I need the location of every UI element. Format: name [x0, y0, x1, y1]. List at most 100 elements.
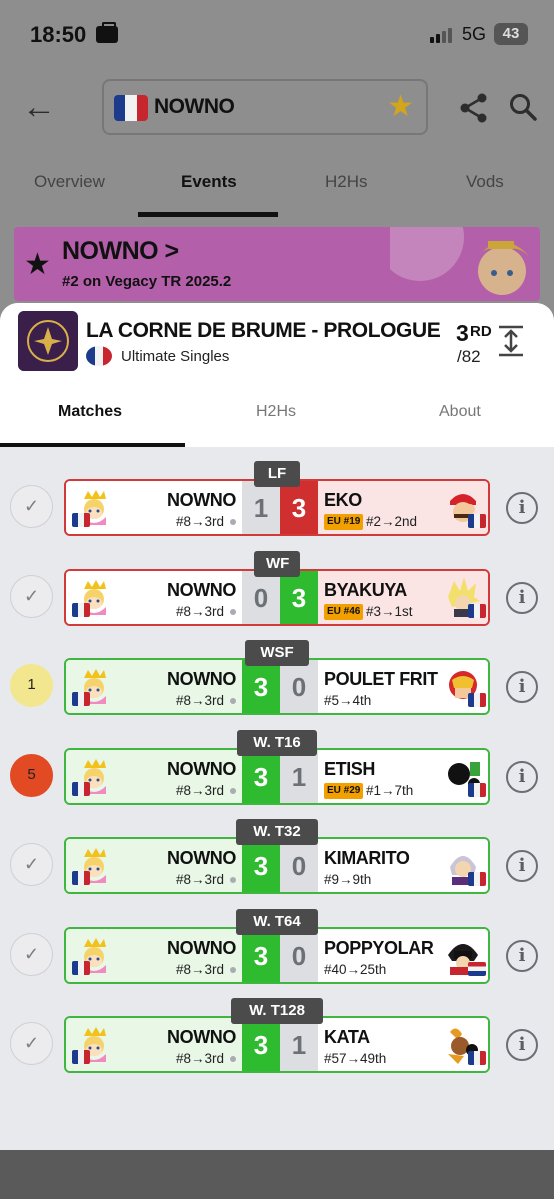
info-icon[interactable]: i	[506, 850, 538, 882]
round-label: W. T32	[236, 819, 318, 845]
player-seed: #8→3rd	[175, 514, 224, 529]
match-card[interactable]: NOWNO #8→3rd 3 0 POULET FRIT #5→4th	[64, 658, 490, 715]
match-card[interactable]: NOWNO #8→3rd 1 3 EKO EU #19 #2→2nd	[64, 479, 490, 536]
player-name: NOWNO	[154, 95, 235, 118]
opponent-seed: #3→1st	[366, 604, 413, 619]
match-row[interactable]: 5 NOWNO #8→3rd 3 1 ETISH EU #29 #1→7th W. T16 i	[0, 730, 554, 805]
info-icon[interactable]: i	[506, 492, 538, 524]
opponent-score: 0	[280, 660, 318, 713]
event-sheet: LA CORNE DE BRUME - PROLOGUE Ultimate Si…	[0, 303, 554, 1150]
opponent-name: EKO	[324, 490, 362, 510]
tab-overview[interactable]: Overview	[34, 172, 105, 192]
seed-marker[interactable]: 1	[10, 664, 53, 707]
opponent-score: 3	[280, 481, 318, 534]
active-subtab-indicator	[0, 443, 185, 447]
player-score: 0	[242, 571, 280, 624]
round-label: W. T16	[237, 730, 317, 756]
france-flag-icon	[468, 604, 486, 618]
france-flag-icon	[468, 1051, 486, 1065]
round-label: WSF	[245, 640, 309, 666]
event-logo	[18, 311, 78, 371]
info-icon[interactable]: i	[506, 1029, 538, 1061]
info-icon[interactable]: i	[506, 582, 538, 614]
tab-about[interactable]: About	[439, 403, 481, 421]
france-flag-icon	[114, 95, 148, 121]
banner-player-name: NOWNO >	[62, 237, 179, 265]
match-card[interactable]: NOWNO #8→3rd 3 0 KIMARITO #9→9th	[64, 837, 490, 894]
netherlands-flag-icon	[468, 962, 486, 976]
opponent-name: POULET FRIT	[324, 669, 438, 689]
match-row[interactable]: ✓ NOWNO #8→3rd 0 3 BYAKUYA EU #46 #3→1st WF i	[0, 551, 554, 626]
opponent-side: POULET FRIT #5→4th	[318, 660, 488, 713]
top-bar: ← NOWNO ★	[0, 70, 554, 150]
info-icon[interactable]: i	[506, 671, 538, 703]
player-score: 3	[242, 750, 280, 803]
player-side: NOWNO #8→3rd	[66, 660, 242, 713]
top-tabs: Overview Events H2Hs Vods	[0, 150, 554, 218]
player-side: NOWNO #8→3rd	[66, 571, 242, 624]
check-icon[interactable]: ✓	[10, 933, 53, 976]
seed-marker[interactable]: 5	[10, 754, 53, 797]
player-side: NOWNO #8→3rd	[66, 929, 242, 982]
france-flag-icon	[468, 514, 486, 528]
opponent-score: 1	[280, 1018, 318, 1071]
ranking-badge: EU #19	[324, 514, 364, 530]
match-row[interactable]: ✓ NOWNO #8→3rd 3 0 POPPYOLAR #40→25th W. T64 i	[0, 909, 554, 984]
opponent-name: ETISH	[324, 759, 376, 779]
active-tab-indicator	[138, 212, 278, 217]
signal-icon	[430, 28, 452, 43]
opponent-side: KATA #57→49th	[318, 1018, 488, 1071]
opponent-side: KIMARITO #9→9th	[318, 839, 488, 892]
player-name: NOWNO	[167, 759, 236, 779]
search-icon[interactable]	[508, 92, 538, 122]
opponent-name: KATA	[324, 1027, 370, 1047]
placement-number: 3	[456, 320, 469, 346]
favorite-star-icon[interactable]: ★	[387, 89, 414, 124]
france-flag-icon	[72, 782, 90, 796]
clock: 18:50	[30, 22, 87, 47]
opponent-seed: #40→25th	[324, 962, 387, 977]
opponent-seed: #1→7th	[366, 783, 414, 798]
player-name: NOWNO	[167, 1027, 236, 1047]
info-icon[interactable]: i	[506, 761, 538, 793]
tab-h2hs[interactable]: H2Hs	[325, 172, 368, 192]
info-icon[interactable]: i	[506, 940, 538, 972]
status-dot	[230, 788, 236, 794]
tab-matches[interactable]: Matches	[58, 403, 122, 421]
match-card[interactable]: NOWNO #8→3rd 3 1 KATA #57→49th	[64, 1016, 490, 1073]
match-card[interactable]: NOWNO #8→3rd 3 0 POPPYOLAR #40→25th	[64, 927, 490, 984]
player-score: 3	[242, 929, 280, 982]
share-icon[interactable]	[458, 92, 490, 124]
match-row[interactable]: 1 NOWNO #8→3rd 3 0 POULET FRIT #5→4th WSF i	[0, 640, 554, 715]
expand-icon[interactable]	[496, 325, 526, 357]
match-row[interactable]: ✓ NOWNO #8→3rd 3 1 KATA #57→49th W. T128 i	[0, 998, 554, 1073]
ranking-banner[interactable]: ★ NOWNO > #2 on Vegacy TR 2025.2	[14, 227, 540, 301]
match-card[interactable]: NOWNO #8→3rd 0 3 BYAKUYA EU #46 #3→1st	[64, 569, 490, 626]
match-card[interactable]: NOWNO #8→3rd 3 1 ETISH EU #29 #1→7th	[64, 748, 490, 805]
opponent-seed: #2→2nd	[366, 514, 418, 529]
player-side: NOWNO #8→3rd	[66, 750, 242, 803]
tab-vods[interactable]: Vods	[466, 172, 504, 192]
opponent-score: 3	[280, 571, 318, 624]
player-seed: #8→3rd	[175, 1051, 224, 1066]
opponent-score: 0	[280, 929, 318, 982]
match-row[interactable]: ✓ NOWNO #8→3rd 1 3 EKO EU #19 #2→2nd LF i	[0, 461, 554, 536]
player-name: NOWNO	[167, 938, 236, 958]
match-row[interactable]: ✓ NOWNO #8→3rd 3 0 KIMARITO #9→9th W. T32 i	[0, 819, 554, 894]
tab-events[interactable]: Events	[181, 172, 237, 192]
player-seed: #8→3rd	[175, 962, 224, 977]
check-icon[interactable]: ✓	[10, 575, 53, 618]
player-search-field[interactable]: NOWNO ★	[102, 79, 428, 135]
tab-event-h2hs[interactable]: H2Hs	[256, 403, 296, 421]
opponent-seed: #9→9th	[324, 872, 372, 887]
back-arrow-icon[interactable]: ←	[22, 90, 56, 124]
battery-icon: 43	[494, 23, 528, 45]
check-icon[interactable]: ✓	[10, 485, 53, 528]
opponent-name: POPPYOLAR	[324, 938, 434, 958]
player-side: NOWNO #8→3rd	[66, 839, 242, 892]
check-icon[interactable]: ✓	[10, 1022, 53, 1065]
check-icon[interactable]: ✓	[10, 843, 53, 886]
opponent-score: 1	[280, 750, 318, 803]
france-flag-icon	[468, 693, 486, 707]
round-label: W. T128	[231, 998, 323, 1024]
